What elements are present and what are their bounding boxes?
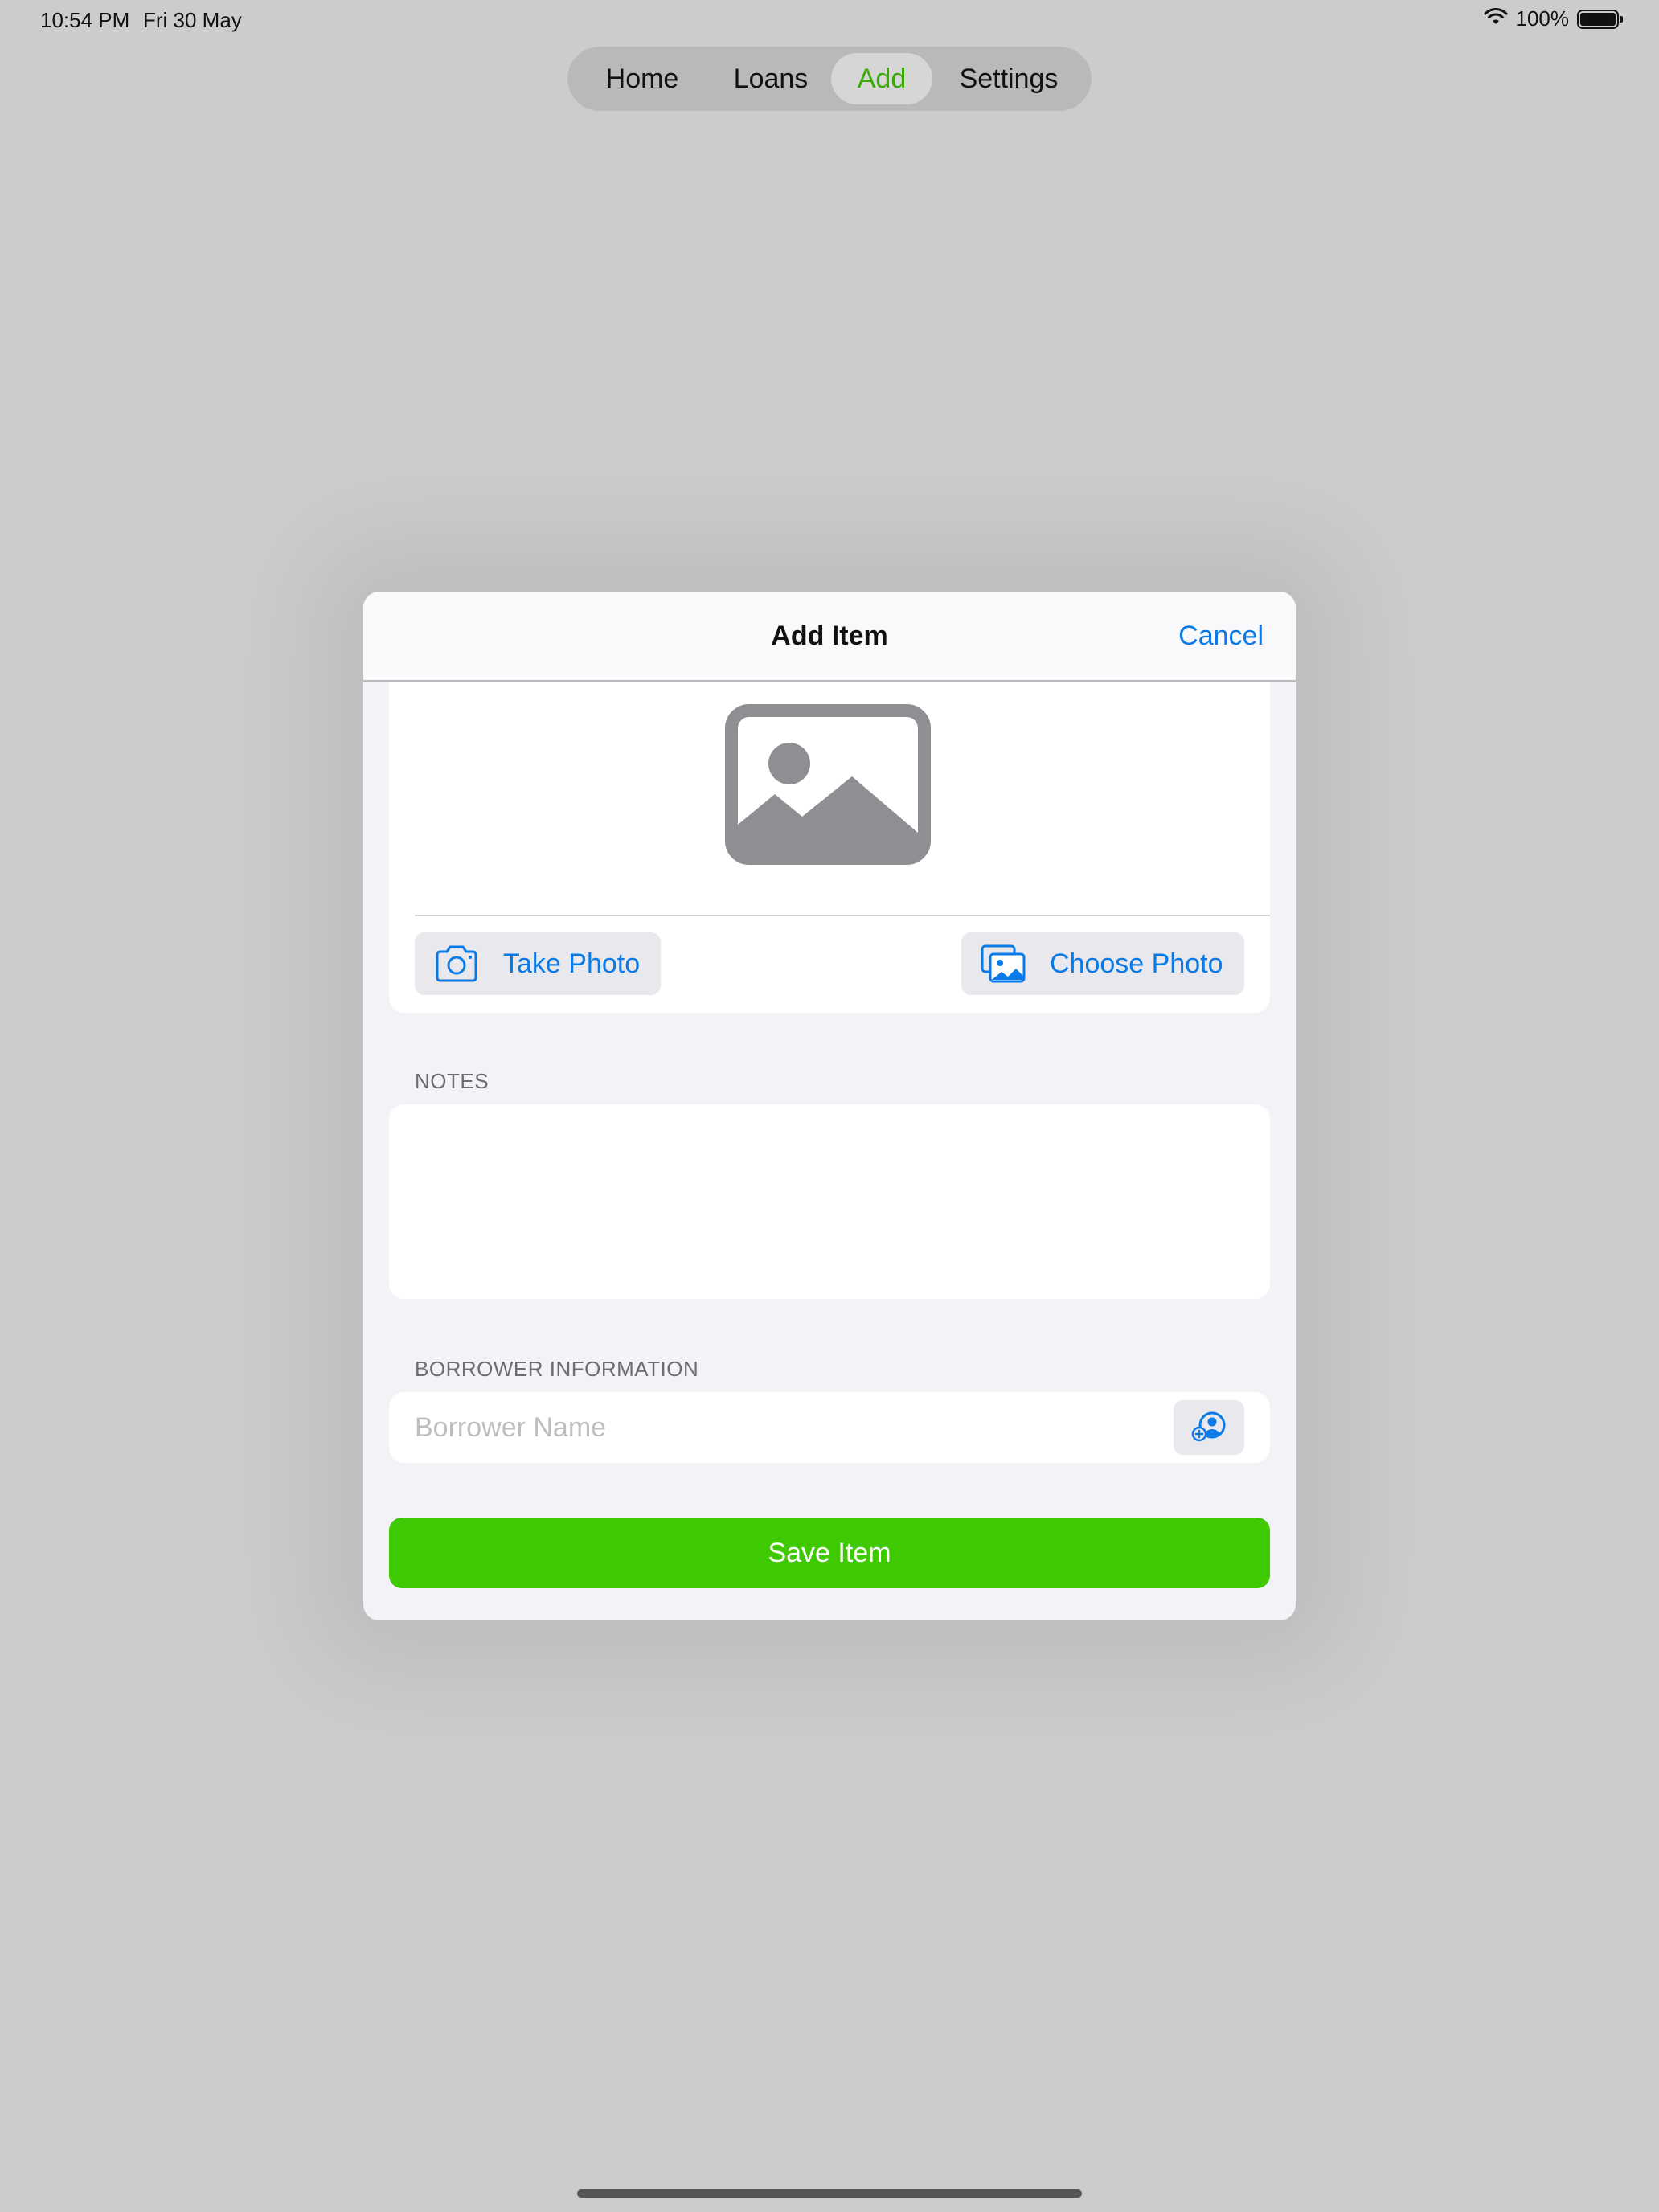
photo-library-icon xyxy=(981,944,1026,983)
add-contact-icon xyxy=(1191,1411,1227,1445)
sheet-title: Add Item xyxy=(771,621,888,651)
sheet-header: Add Item Cancel xyxy=(363,592,1296,682)
tab-loans[interactable]: Loans xyxy=(711,53,831,104)
tab-settings[interactable]: Settings xyxy=(932,53,1085,104)
photo-divider xyxy=(415,915,1270,916)
take-photo-label: Take Photo xyxy=(503,948,641,979)
tab-home[interactable]: Home xyxy=(574,53,711,104)
status-date: Fri 30 May xyxy=(143,8,242,32)
choose-photo-label: Choose Photo xyxy=(1050,948,1223,979)
notes-section-header: NOTES xyxy=(415,1069,490,1093)
borrower-name-input[interactable] xyxy=(415,1392,1170,1463)
screen: 10:54 PM Fri 30 May 100% Home Loans Add … xyxy=(0,0,1659,2212)
choose-photo-button[interactable]: Choose Photo xyxy=(961,932,1244,995)
status-indicators: 100% xyxy=(1484,6,1623,31)
home-indicator xyxy=(577,2189,1082,2198)
borrower-section-header: BORROWER INFORMATION xyxy=(415,1357,699,1381)
wifi-icon xyxy=(1484,7,1508,31)
borrower-row xyxy=(389,1392,1270,1463)
pick-contact-button[interactable] xyxy=(1174,1400,1244,1455)
battery-percentage: 100% xyxy=(1515,6,1570,31)
notes-textarea[interactable] xyxy=(389,1104,1270,1299)
photo-placeholder-icon xyxy=(725,704,931,865)
top-tab-bar: Home Loans Add Settings xyxy=(567,47,1092,111)
status-bar: 10:54 PM Fri 30 May 100% xyxy=(0,0,1659,39)
take-photo-button[interactable]: Take Photo xyxy=(415,932,661,995)
camera-icon xyxy=(434,944,479,983)
photo-section: Take Photo Choose Photo xyxy=(389,682,1270,1013)
cancel-button[interactable]: Cancel xyxy=(1178,621,1264,652)
status-time: 10:54 PM xyxy=(40,8,130,32)
add-item-sheet: Take Photo Choose Photo Add Item Cancel … xyxy=(363,592,1296,1620)
battery-icon xyxy=(1577,9,1623,29)
tab-add[interactable]: Add xyxy=(831,53,932,104)
save-item-button[interactable]: Save Item xyxy=(389,1518,1270,1588)
